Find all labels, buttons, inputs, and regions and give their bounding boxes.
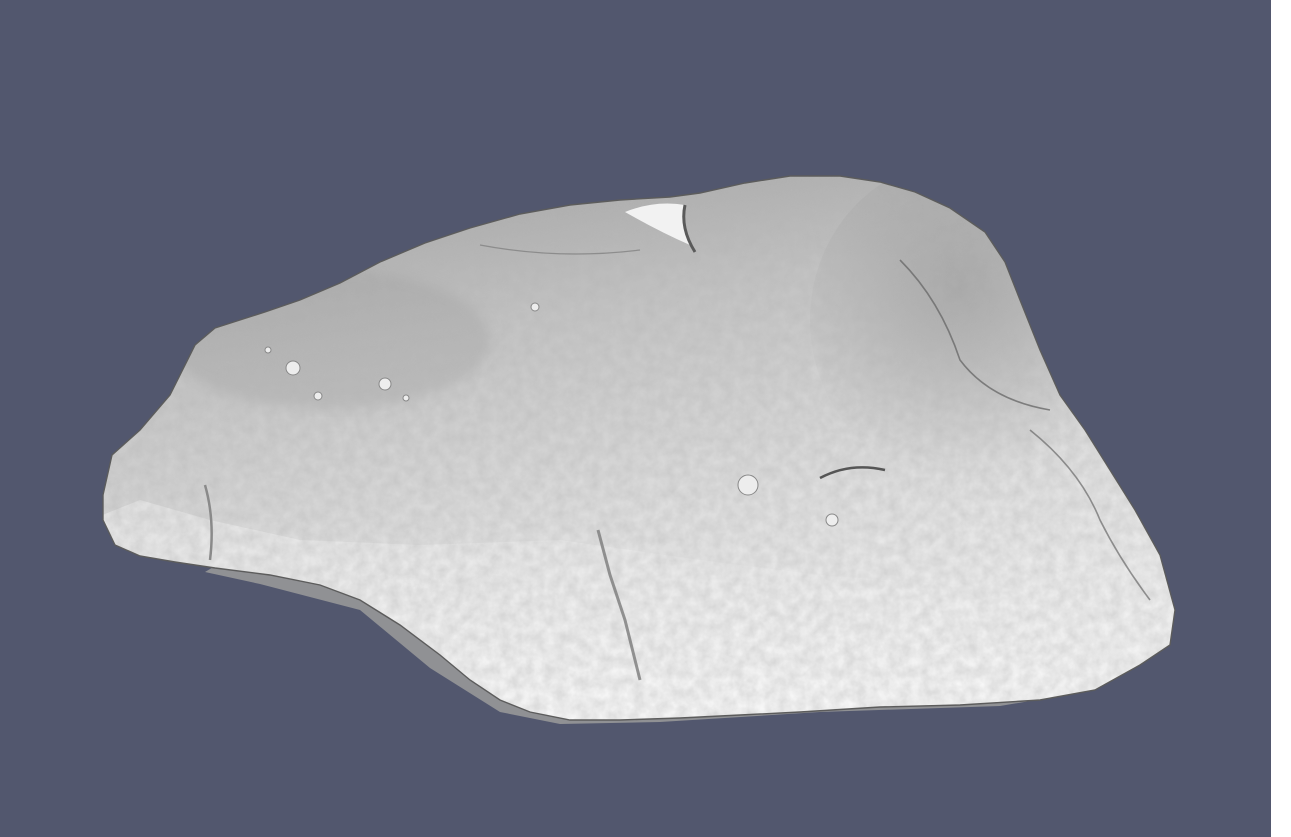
side-panel-strip [1271, 0, 1291, 837]
3d-viewport[interactable] [0, 0, 1271, 837]
rock-model[interactable] [90, 160, 1190, 730]
render-canvas[interactable] [0, 0, 1271, 837]
